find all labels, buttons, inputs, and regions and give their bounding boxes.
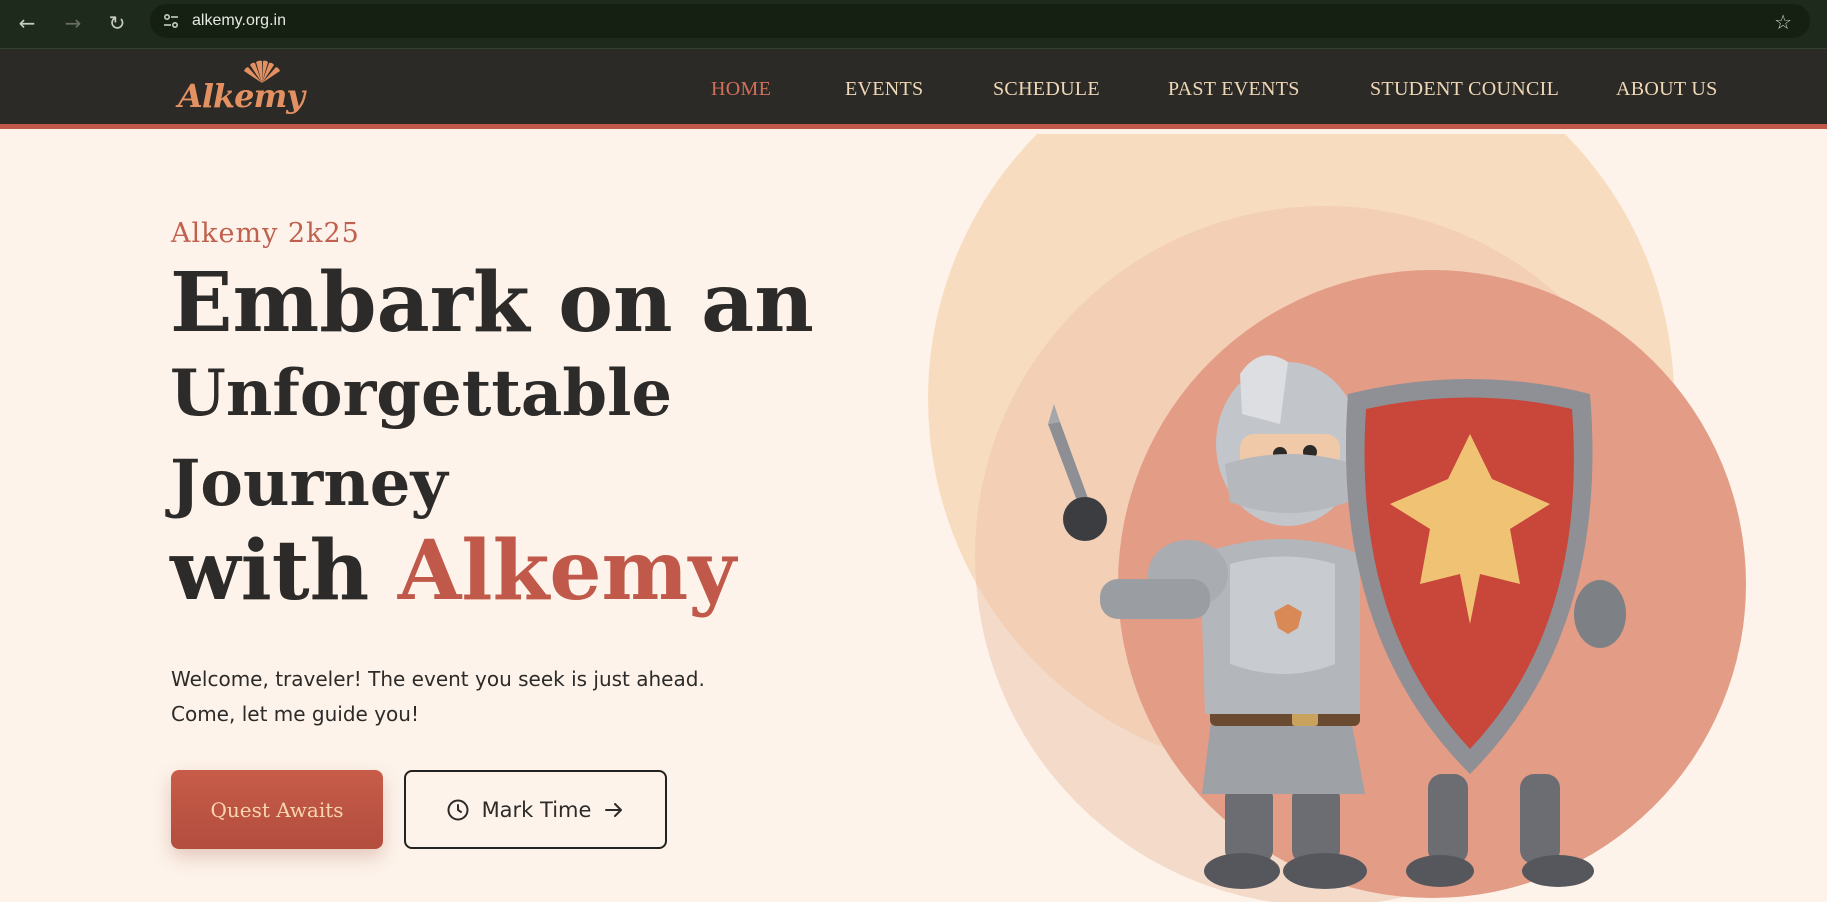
hero-section: Alkemy 2k25 Embark on an Unforgettable J… (0, 134, 1827, 902)
browser-toolbar: ← → ↻ alkemy.org.in ☆ (0, 0, 1827, 49)
headline-line-3: Journey (170, 446, 448, 521)
headline-line-1: Embark on an (170, 255, 814, 351)
star-icon[interactable]: ☆ (1774, 10, 1792, 34)
address-bar[interactable]: alkemy.org.in ☆ (150, 4, 1810, 38)
headline-accent: Alkemy (397, 523, 736, 619)
shield-icon (1345, 379, 1593, 774)
arrow-right-icon (605, 802, 623, 817)
nav-student-council[interactable]: STUDENT COUNCIL (1370, 78, 1559, 101)
tune-icon[interactable] (160, 10, 182, 32)
site-navbar: Alkemy HOME EVENTS SCHEDULE PAST EVENTS … (0, 49, 1827, 129)
hero-intro: Welcome, traveler! The event you seek is… (171, 662, 771, 732)
site-logo[interactable]: Alkemy (178, 59, 305, 119)
reload-icon[interactable]: ↻ (102, 8, 132, 38)
nav-about-us[interactable]: ABOUT US (1616, 78, 1718, 101)
hero-eyebrow: Alkemy 2k25 (171, 218, 360, 249)
logo-text: Alkemy (178, 77, 305, 115)
mark-time-label: Mark Time (481, 797, 592, 822)
intro-line-1: Welcome, traveler! The event you seek is… (171, 667, 705, 691)
mark-time-button[interactable]: Mark Time (404, 770, 667, 849)
headline-line-2: Unforgettable (170, 356, 673, 431)
quest-awaits-button[interactable]: Quest Awaits (171, 770, 383, 849)
forward-arrow-icon[interactable]: → (58, 8, 88, 38)
nav-schedule[interactable]: SCHEDULE (993, 78, 1100, 101)
headline-prefix: with (170, 523, 398, 619)
knight-illustration (1048, 355, 1626, 889)
intro-line-2: Come, let me guide you! (171, 702, 419, 726)
back-arrow-icon[interactable]: ← (12, 8, 42, 38)
nav-home[interactable]: HOME (711, 78, 771, 101)
url-text[interactable]: alkemy.org.in (192, 12, 286, 30)
nav-past-events[interactable]: PAST EVENTS (1168, 78, 1300, 101)
clock-icon (447, 799, 469, 820)
nav-events[interactable]: EVENTS (845, 78, 923, 101)
headline-line-4: with Alkemy (170, 530, 736, 612)
